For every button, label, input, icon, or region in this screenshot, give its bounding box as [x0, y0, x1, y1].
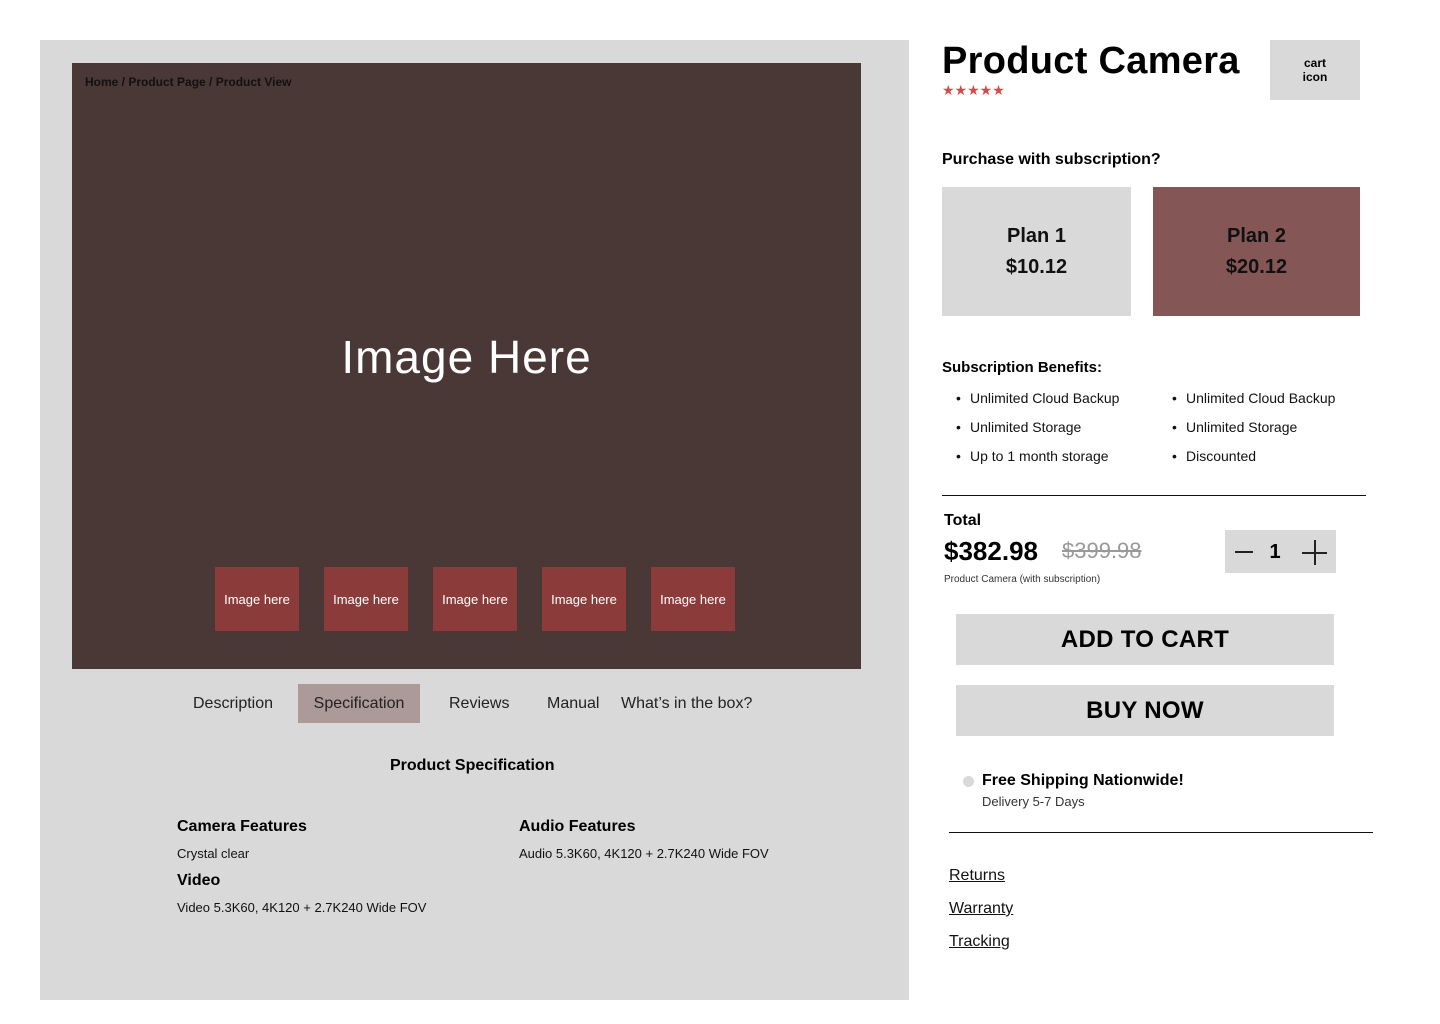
- thumbnail-5[interactable]: Image here: [651, 567, 735, 631]
- benefit-item: Unlimited Cloud Backup: [1172, 390, 1335, 406]
- minus-icon[interactable]: [1233, 530, 1257, 573]
- divider: [942, 495, 1366, 496]
- total-note: Product Camera (with subscription): [944, 574, 1101, 585]
- plan-price: $10.12: [1005, 255, 1068, 278]
- plan-name: Plan 2: [1227, 224, 1286, 247]
- video-text: Video 5.3K60, 4K120 + 2.7K240 Wide FOV: [177, 900, 427, 915]
- returns-link[interactable]: Returns: [949, 867, 1005, 885]
- total-label: Total: [944, 512, 982, 529]
- tab-reviews[interactable]: Reviews: [449, 684, 509, 723]
- thumbnail-4[interactable]: Image here: [542, 567, 626, 631]
- quantity-stepper: 1: [1225, 530, 1336, 573]
- camera-features-text: Crystal clear: [177, 846, 250, 861]
- benefit-item: Unlimited Storage: [1172, 419, 1297, 435]
- tab-specification[interactable]: Specification: [298, 684, 420, 723]
- thumbnail-1[interactable]: Image here: [215, 567, 299, 631]
- quantity-value[interactable]: 1: [1260, 541, 1290, 564]
- benefit-item: Discounted: [1172, 448, 1256, 464]
- tracking-link[interactable]: Tracking: [949, 933, 1010, 951]
- add-to-cart-button[interactable]: ADD TO CART: [956, 614, 1334, 665]
- breadcrumb[interactable]: Home / Product Page / Product View: [85, 75, 292, 89]
- shipping-subtitle: Delivery 5-7 Days: [982, 794, 1085, 809]
- product-title: Product Camera: [942, 40, 1240, 82]
- shipping-dot-icon: [963, 776, 974, 787]
- benefit-item: Unlimited Cloud Backup: [956, 390, 1119, 406]
- warranty-link[interactable]: Warranty: [949, 900, 1013, 918]
- cart-icon-label-line1: cart: [1303, 56, 1326, 70]
- camera-features-heading: Camera Features: [177, 818, 307, 835]
- benefits-title: Subscription Benefits:: [942, 359, 1103, 376]
- plan-2-option[interactable]: Plan 2 $20.12: [1153, 187, 1360, 316]
- plan-price: $20.12: [1225, 255, 1288, 278]
- tab-manual[interactable]: Manual: [547, 684, 599, 723]
- audio-features-heading: Audio Features: [519, 818, 636, 835]
- specification-title: Product Specification: [390, 757, 555, 774]
- subscription-question: Purchase with subscription?: [942, 151, 1161, 168]
- tab-whats-in-the-box[interactable]: What’s in the box?: [621, 684, 752, 723]
- plan-1-option[interactable]: Plan 1 $10.12: [942, 187, 1131, 316]
- tab-description[interactable]: Description: [193, 684, 273, 723]
- plan-name: Plan 1: [1007, 224, 1066, 247]
- cart-icon[interactable]: cart icon: [1270, 40, 1360, 100]
- shipping-title: Free Shipping Nationwide!: [982, 772, 1184, 789]
- cart-icon-label-line2: icon: [1302, 70, 1328, 84]
- thumbnail-2[interactable]: Image here: [324, 567, 408, 631]
- total-price: $382.98: [944, 536, 1038, 566]
- main-image-placeholder-label: Image Here: [341, 331, 592, 383]
- benefit-item: Up to 1 month storage: [956, 448, 1108, 464]
- video-heading: Video: [177, 872, 221, 889]
- audio-features-text: Audio 5.3K60, 4K120 + 2.7K240 Wide FOV: [519, 846, 769, 861]
- rating-stars: ★★★★★: [942, 82, 1005, 98]
- original-price: $399.98: [1062, 538, 1142, 563]
- plus-icon[interactable]: [1301, 530, 1329, 573]
- buy-now-button[interactable]: BUY NOW: [956, 685, 1334, 736]
- thumbnail-3[interactable]: Image here: [433, 567, 517, 631]
- divider: [949, 832, 1373, 833]
- benefit-item: Unlimited Storage: [956, 419, 1081, 435]
